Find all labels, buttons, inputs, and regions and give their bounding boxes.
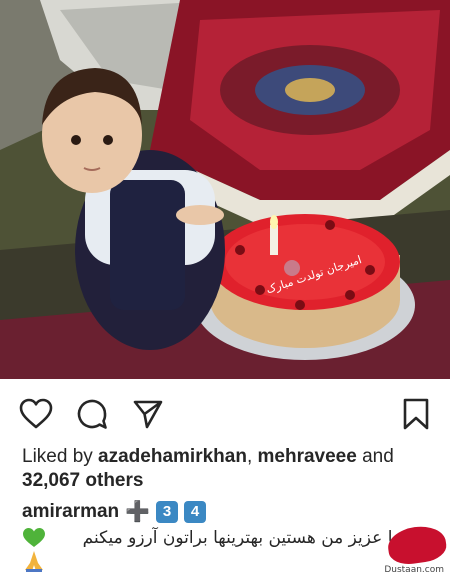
share-icon[interactable] [130,396,166,432]
caption-emojis [22,527,48,578]
photo-illustration: امیرجان تولدت مبارک [0,0,450,379]
caption-header: amirarman ➕ 3 4 [22,500,207,524]
caption-text: ما عزیز من هستین بهترینها براتون آرزو می… [82,528,402,548]
liker-link-2[interactable]: mehraveee [258,446,357,467]
keycap-four-icon: 4 [184,501,207,523]
watermark-site-text: Dustaan.com [384,565,444,575]
green-heart-praying-hands-icon [23,528,45,572]
bookmark-icon[interactable] [398,396,434,432]
heart-icon[interactable] [18,396,54,432]
likes-prefix: Liked by [22,446,99,467]
likes-and: and [356,446,394,467]
plus-emoji-icon: ➕ [125,501,151,523]
likes-summary: Liked by azadehamirkhan, mehraveee and 3… [22,445,432,493]
caption-username[interactable]: amirarman [22,500,119,524]
watermark-logo-icon [385,523,449,567]
liker-link-1[interactable]: azadehamirkhan [98,446,247,467]
comment-icon[interactable] [74,396,110,432]
site-watermark: Dustaan.com [376,523,450,577]
keycap-three-icon: 3 [156,501,179,523]
likes-others-link[interactable]: 32,067 others [22,470,143,491]
post-photo[interactable]: امیرجان تولدت مبارک [0,0,450,379]
likes-separator: , [246,446,258,467]
post-action-bar [0,396,450,432]
